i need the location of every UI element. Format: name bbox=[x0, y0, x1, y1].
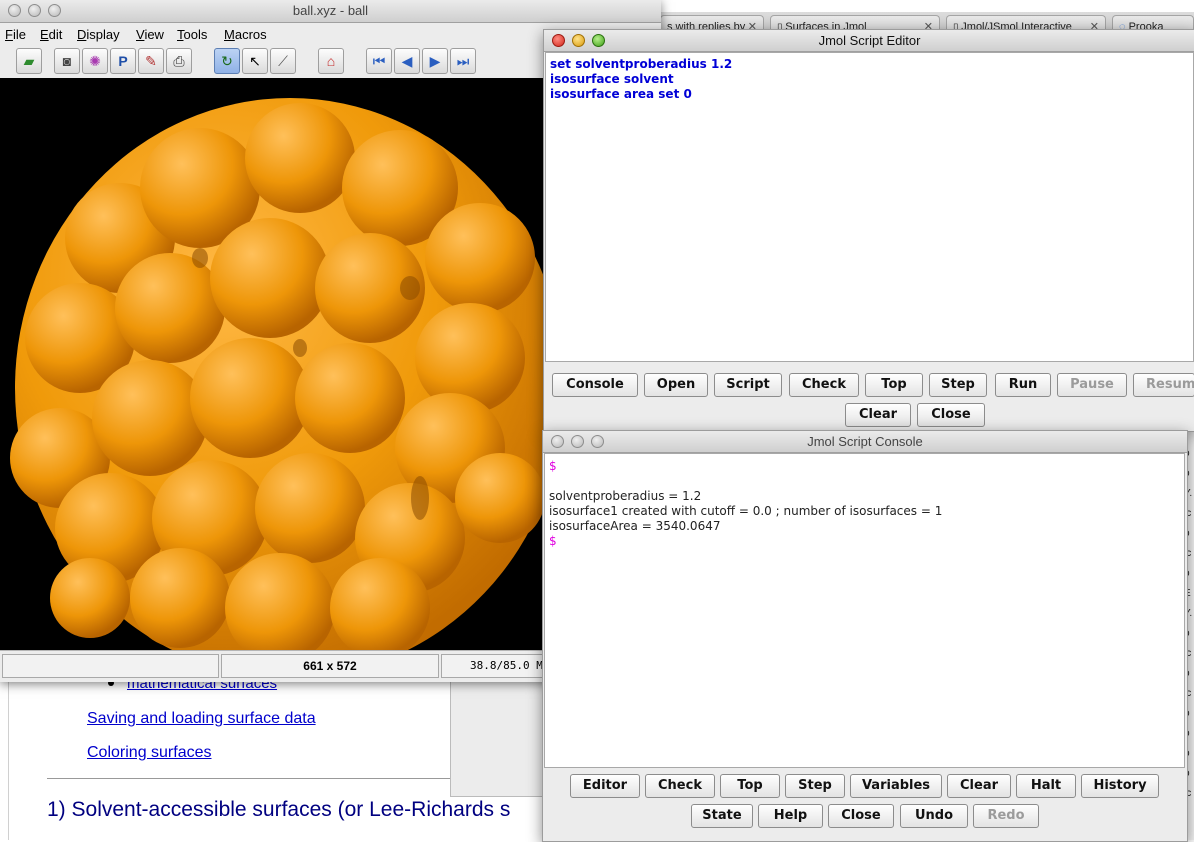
resume-button[interactable]: Resume bbox=[1133, 373, 1194, 397]
camera-icon[interactable]: ◙ bbox=[54, 48, 80, 74]
background-panel bbox=[450, 680, 552, 797]
menu-tools[interactable]: Tools bbox=[177, 27, 207, 42]
help-button[interactable]: Help bbox=[758, 804, 823, 828]
first-frame-icon[interactable]: ⏮ bbox=[366, 48, 392, 74]
redo-button[interactable]: Redo bbox=[973, 804, 1039, 828]
top-button[interactable]: Top bbox=[720, 774, 780, 798]
open-button[interactable]: Open bbox=[644, 373, 708, 397]
isosurface-render bbox=[10, 98, 548, 650]
close-button[interactable]: Close bbox=[917, 403, 985, 427]
editor-titlebar[interactable]: Jmol Script Editor bbox=[544, 30, 1194, 52]
home-icon[interactable]: ⌂ bbox=[318, 48, 344, 74]
window-title: ball.xyz - ball bbox=[292, 3, 369, 18]
top-button[interactable]: Top bbox=[865, 373, 923, 397]
clear-button[interactable]: Clear bbox=[845, 403, 911, 427]
step-button[interactable]: Step bbox=[785, 774, 845, 798]
zoom-window-icon[interactable] bbox=[592, 34, 605, 47]
rotate-icon[interactable]: ↻ bbox=[214, 48, 240, 74]
variables-button[interactable]: Variables bbox=[850, 774, 942, 798]
console-line: solventproberadius = 1.2 bbox=[549, 489, 702, 503]
close-window-icon[interactable] bbox=[552, 34, 565, 47]
close-window-icon[interactable] bbox=[551, 435, 564, 448]
history-button[interactable]: History bbox=[1081, 774, 1159, 798]
select-pointer-icon[interactable]: ↖ bbox=[242, 48, 268, 74]
console-output-area[interactable]: $ solventproberadius = 1.2 isosurface1 c… bbox=[544, 453, 1185, 768]
script-line: isosurface solvent bbox=[550, 72, 674, 86]
console-prompt: $ bbox=[549, 534, 557, 548]
script-button[interactable]: Script bbox=[714, 373, 782, 397]
console-titlebar[interactable]: Jmol Script Console bbox=[543, 431, 1187, 453]
section-heading: 1) Solvent-accessible surfaces (or Lee-R… bbox=[47, 798, 511, 821]
console-line: isosurfaceArea = 3540.0647 bbox=[549, 519, 721, 533]
zoom-window-icon[interactable] bbox=[591, 435, 604, 448]
menu-view[interactable]: View bbox=[136, 27, 164, 42]
movie-icon[interactable]: ✺ bbox=[82, 48, 108, 74]
minimize-window-icon[interactable] bbox=[572, 34, 585, 47]
menu-macros[interactable]: Macros bbox=[224, 27, 267, 42]
next-frame-icon[interactable]: ▶ bbox=[422, 48, 448, 74]
state-button[interactable]: State bbox=[691, 804, 753, 828]
console-prompt: $ bbox=[549, 459, 557, 473]
check-button[interactable]: Check bbox=[645, 774, 715, 798]
edit-document-icon[interactable]: ✎ bbox=[138, 48, 164, 74]
main-titlebar[interactable]: ball.xyz - ball bbox=[0, 0, 661, 23]
check-button[interactable]: Check bbox=[789, 373, 859, 397]
menu-edit[interactable]: Edit bbox=[40, 27, 62, 42]
pause-button[interactable]: Pause bbox=[1057, 373, 1127, 397]
script-line: set solventproberadius 1.2 bbox=[550, 57, 733, 71]
zoom-window-icon[interactable] bbox=[48, 4, 61, 17]
last-frame-icon[interactable]: ⏭ bbox=[450, 48, 476, 74]
molecule-viewer-canvas[interactable] bbox=[0, 78, 548, 650]
undo-button[interactable]: Undo bbox=[900, 804, 968, 828]
script-text-area[interactable]: set solventproberadius 1.2 isosurface so… bbox=[545, 52, 1194, 362]
print-icon[interactable]: ⎙ bbox=[166, 48, 192, 74]
console-button[interactable]: Console bbox=[552, 373, 638, 397]
script-editor-window: Jmol Script Editor set solventproberadiu… bbox=[543, 29, 1194, 432]
link-coloring-surfaces[interactable]: Coloring surfaces bbox=[87, 744, 212, 762]
menu-display[interactable]: Display bbox=[77, 27, 120, 42]
clear-button[interactable]: Clear bbox=[947, 774, 1011, 798]
step-button[interactable]: Step bbox=[929, 373, 987, 397]
editor-button[interactable]: Editor bbox=[570, 774, 640, 798]
script-console-window: Jmol Script Console $ solventproberadius… bbox=[542, 430, 1188, 842]
status-canvas-size: 661 x 572 bbox=[221, 654, 439, 678]
close-window-icon[interactable] bbox=[8, 4, 21, 17]
pop-icon[interactable]: P bbox=[110, 48, 136, 74]
minimize-window-icon[interactable] bbox=[571, 435, 584, 448]
script-line: isosurface area set 0 bbox=[550, 87, 692, 101]
link-saving-loading-surface-data[interactable]: Saving and loading surface data bbox=[87, 710, 316, 728]
run-button[interactable]: Run bbox=[995, 373, 1051, 397]
halt-button[interactable]: Halt bbox=[1016, 774, 1076, 798]
status-cell bbox=[2, 654, 219, 678]
window-title: Jmol Script Console bbox=[807, 434, 923, 449]
window-title: Jmol Script Editor bbox=[818, 33, 921, 48]
open-folder-icon[interactable]: ▰ bbox=[16, 48, 42, 74]
menu-file[interactable]: File bbox=[5, 27, 26, 42]
measure-ruler-icon[interactable]: ⟋ bbox=[270, 48, 296, 74]
minimize-window-icon[interactable] bbox=[28, 4, 41, 17]
console-line: isosurface1 created with cutoff = 0.0 ; … bbox=[549, 504, 943, 518]
previous-frame-icon[interactable]: ◀ bbox=[394, 48, 420, 74]
close-button[interactable]: Close bbox=[828, 804, 894, 828]
